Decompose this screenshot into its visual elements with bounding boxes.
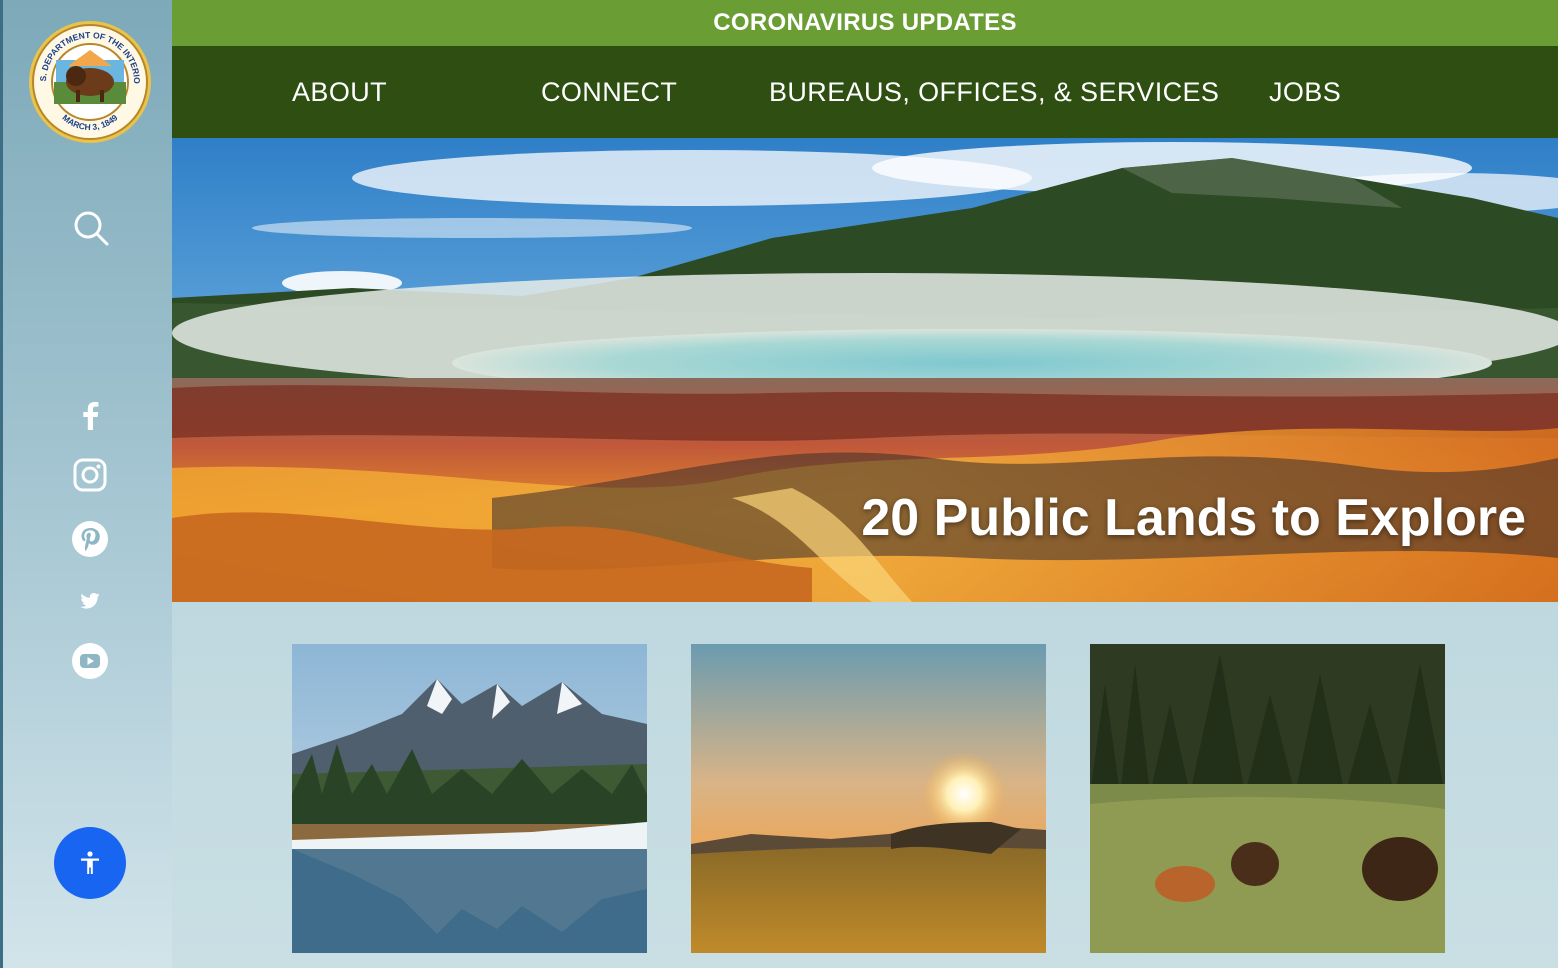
nav-item-about[interactable]: ABOUT xyxy=(292,46,387,138)
coronavirus-updates-banner[interactable]: CORONAVIRUS UPDATES xyxy=(172,0,1558,46)
hero-banner[interactable]: 20 Public Lands to Explore xyxy=(172,138,1558,602)
coronavirus-updates-label: CORONAVIRUS UPDATES xyxy=(713,9,1017,36)
accessibility-button[interactable] xyxy=(54,827,126,899)
instagram-icon[interactable] xyxy=(69,454,111,496)
feature-card-mountain-lake[interactable] xyxy=(292,644,647,953)
bison-meadow-photo xyxy=(1090,644,1445,953)
hero-title[interactable]: 20 Public Lands to Explore xyxy=(861,488,1526,548)
sidebar: U.S. DEPARTMENT OF THE INTERIOR MARCH 3,… xyxy=(0,0,172,968)
pinterest-icon[interactable] xyxy=(69,518,111,560)
facebook-icon[interactable] xyxy=(69,394,111,436)
accessibility-icon xyxy=(81,851,99,874)
nav-item-jobs[interactable]: JOBS xyxy=(1269,46,1341,138)
search-icon[interactable] xyxy=(71,208,111,248)
doi-seal-logo[interactable]: U.S. DEPARTMENT OF THE INTERIOR MARCH 3,… xyxy=(25,12,152,144)
sunset-field-photo xyxy=(691,644,1046,953)
nav-item-connect[interactable]: CONNECT xyxy=(541,46,677,138)
feature-card-bison-meadow[interactable] xyxy=(1090,644,1445,953)
mountain-lake-photo xyxy=(292,644,647,953)
feature-cards xyxy=(172,602,1558,968)
main-nav: ABOUT CONNECT BUREAUS, OFFICES, & SERVIC… xyxy=(172,46,1558,138)
twitter-icon[interactable] xyxy=(69,580,111,622)
nav-item-bureaus-offices-services[interactable]: BUREAUS, OFFICES, & SERVICES xyxy=(769,46,1219,138)
feature-card-sunset-field[interactable] xyxy=(691,644,1046,953)
youtube-icon[interactable] xyxy=(69,640,111,682)
